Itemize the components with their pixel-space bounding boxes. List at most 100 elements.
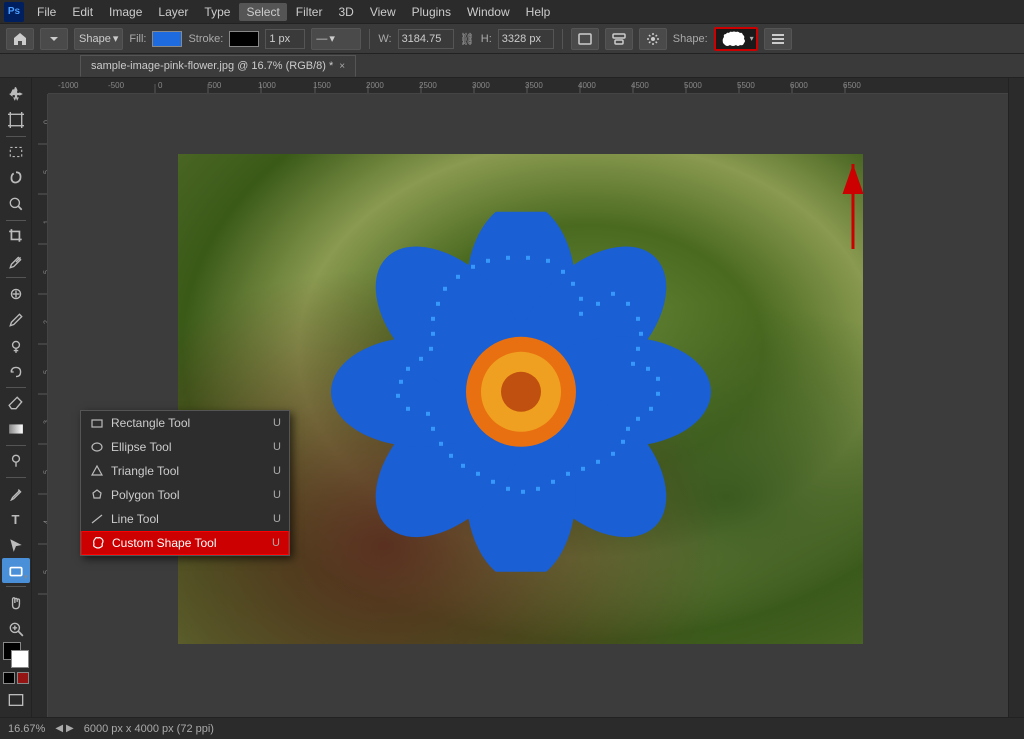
animal-shape-icon bbox=[718, 29, 748, 49]
quick-mask-off[interactable] bbox=[3, 672, 15, 684]
options-bar: Shape ▾ Fill: Stroke: —▾ W: ⛓ H: Shape: … bbox=[0, 24, 1024, 54]
chevron-down-icon: ▾ bbox=[113, 32, 119, 45]
flyout-rectangle-tool[interactable]: Rectangle Tool U bbox=[81, 411, 289, 435]
menu-plugins[interactable]: Plugins bbox=[405, 3, 458, 21]
menu-select[interactable]: Select bbox=[239, 3, 286, 21]
document-tab[interactable]: sample-image-pink-flower.jpg @ 16.7% (RG… bbox=[80, 55, 356, 77]
ruler-corner bbox=[32, 78, 48, 94]
nav-prev-button[interactable]: ◀ bbox=[55, 723, 63, 734]
flyout-ellipse-tool[interactable]: Ellipse Tool U bbox=[81, 435, 289, 459]
svg-text:3500: 3500 bbox=[525, 81, 543, 90]
tool-pen[interactable] bbox=[2, 481, 30, 506]
stroke-style-dropdown[interactable]: —▾ bbox=[311, 28, 361, 50]
separator-2 bbox=[562, 29, 563, 49]
menu-type[interactable]: Type bbox=[197, 3, 237, 21]
shape-dropdown-arrow: ▾ bbox=[750, 34, 754, 43]
menu-3d[interactable]: 3D bbox=[331, 3, 360, 21]
ruler-left: 0 5 1 5 2 5 3 5 4 5 bbox=[32, 94, 48, 717]
width-input[interactable] bbox=[398, 29, 454, 49]
menu-view[interactable]: View bbox=[363, 3, 403, 21]
tool-crop[interactable] bbox=[2, 224, 30, 249]
separator bbox=[6, 387, 26, 388]
zoom-level: 16.67% bbox=[8, 723, 45, 735]
menu-layer[interactable]: Layer bbox=[151, 3, 195, 21]
menu-window[interactable]: Window bbox=[460, 3, 517, 21]
svg-text:2000: 2000 bbox=[366, 81, 384, 90]
tool-clone[interactable] bbox=[2, 333, 30, 358]
tool-flyout-menu: Rectangle Tool U Ellipse Tool U Tria bbox=[80, 410, 290, 556]
tool-healing[interactable] bbox=[2, 281, 30, 306]
flower-selection bbox=[331, 212, 711, 572]
shape-mode-dropdown[interactable]: Shape ▾ bbox=[74, 28, 123, 50]
line-tool-icon bbox=[89, 511, 105, 527]
settings-button[interactable] bbox=[639, 28, 667, 50]
ellipse-tool-label: Ellipse Tool bbox=[111, 440, 171, 454]
right-scroll-panel bbox=[1008, 78, 1024, 717]
svg-text:6000: 6000 bbox=[790, 81, 808, 90]
height-input[interactable] bbox=[498, 29, 554, 49]
stroke-size-input[interactable] bbox=[265, 29, 305, 49]
link-dimensions-button[interactable]: ⛓ bbox=[460, 32, 475, 46]
polygon-shortcut: U bbox=[273, 489, 281, 501]
height-label: H: bbox=[481, 33, 492, 45]
tool-type[interactable]: T bbox=[2, 507, 30, 532]
menu-filter[interactable]: Filter bbox=[289, 3, 330, 21]
svg-text:5000: 5000 bbox=[684, 81, 702, 90]
tool-hand[interactable] bbox=[2, 590, 30, 615]
menu-file[interactable]: File bbox=[30, 3, 63, 21]
tool-dodge[interactable] bbox=[2, 449, 30, 474]
separator-1 bbox=[369, 29, 370, 49]
screen-mode-button[interactable] bbox=[2, 691, 30, 709]
tool-corner-indicator: ▾ bbox=[24, 573, 28, 581]
menu-edit[interactable]: Edit bbox=[65, 3, 100, 21]
tool-artboard[interactable] bbox=[2, 108, 30, 133]
tool-shape[interactable]: ▾ bbox=[2, 558, 30, 583]
triangle-tool-label: Triangle Tool bbox=[111, 464, 179, 478]
tool-move[interactable] bbox=[2, 82, 30, 107]
shape-preview-button[interactable]: ▾ bbox=[714, 27, 758, 51]
tool-eyedropper[interactable] bbox=[2, 249, 30, 274]
ellipse-shortcut: U bbox=[273, 441, 281, 453]
separator bbox=[6, 277, 26, 278]
separator bbox=[6, 220, 26, 221]
rectangle-tool-label: Rectangle Tool bbox=[111, 416, 190, 430]
fill-color-swatch[interactable] bbox=[152, 31, 182, 47]
tool-history-brush[interactable] bbox=[2, 359, 30, 384]
flyout-line-tool[interactable]: Line Tool U bbox=[81, 507, 289, 531]
tool-quick-select[interactable] bbox=[2, 192, 30, 217]
triangle-tool-icon bbox=[89, 463, 105, 479]
nav-next-button[interactable]: ▶ bbox=[66, 723, 74, 734]
shape-label: Shape: bbox=[673, 33, 708, 45]
tool-lasso[interactable] bbox=[2, 166, 30, 191]
custom-shape-tool-label: Custom Shape Tool bbox=[112, 536, 217, 550]
tab-close-button[interactable]: × bbox=[339, 61, 345, 72]
menu-help[interactable]: Help bbox=[519, 3, 558, 21]
align-left-button[interactable] bbox=[571, 28, 599, 50]
svg-text:0: 0 bbox=[158, 81, 163, 90]
tool-options-arrow[interactable] bbox=[40, 28, 68, 50]
tool-brush[interactable] bbox=[2, 307, 30, 332]
tool-zoom[interactable] bbox=[2, 616, 30, 641]
ps-icon: Ps bbox=[4, 2, 24, 22]
flyout-custom-shape-tool[interactable]: Custom Shape Tool U bbox=[81, 531, 289, 555]
tab-bar: sample-image-pink-flower.jpg @ 16.7% (RG… bbox=[0, 54, 1024, 78]
separator bbox=[6, 477, 26, 478]
tool-gradient[interactable] bbox=[2, 417, 30, 442]
flyout-polygon-tool[interactable]: Polygon Tool U bbox=[81, 483, 289, 507]
background-color[interactable] bbox=[11, 650, 29, 668]
svg-text:4000: 4000 bbox=[578, 81, 596, 90]
tool-path-selection[interactable] bbox=[2, 532, 30, 557]
tool-eraser[interactable] bbox=[2, 391, 30, 416]
home-button[interactable] bbox=[6, 28, 34, 50]
tool-marquee[interactable] bbox=[2, 140, 30, 165]
align-center-button[interactable] bbox=[605, 28, 633, 50]
menu-image[interactable]: Image bbox=[102, 3, 149, 21]
extra-options-button[interactable] bbox=[764, 28, 792, 50]
stroke-color-swatch[interactable] bbox=[229, 31, 259, 47]
flyout-triangle-tool[interactable]: Triangle Tool U bbox=[81, 459, 289, 483]
image-canvas bbox=[178, 154, 863, 644]
ruler-top: -1000 -500 0 500 1000 1500 2000 2500 300… bbox=[48, 78, 1008, 94]
quick-mask-on[interactable] bbox=[17, 672, 29, 684]
menu-bar: Ps File Edit Image Layer Type Select Fil… bbox=[0, 0, 1024, 24]
rectangle-tool-icon bbox=[89, 415, 105, 431]
